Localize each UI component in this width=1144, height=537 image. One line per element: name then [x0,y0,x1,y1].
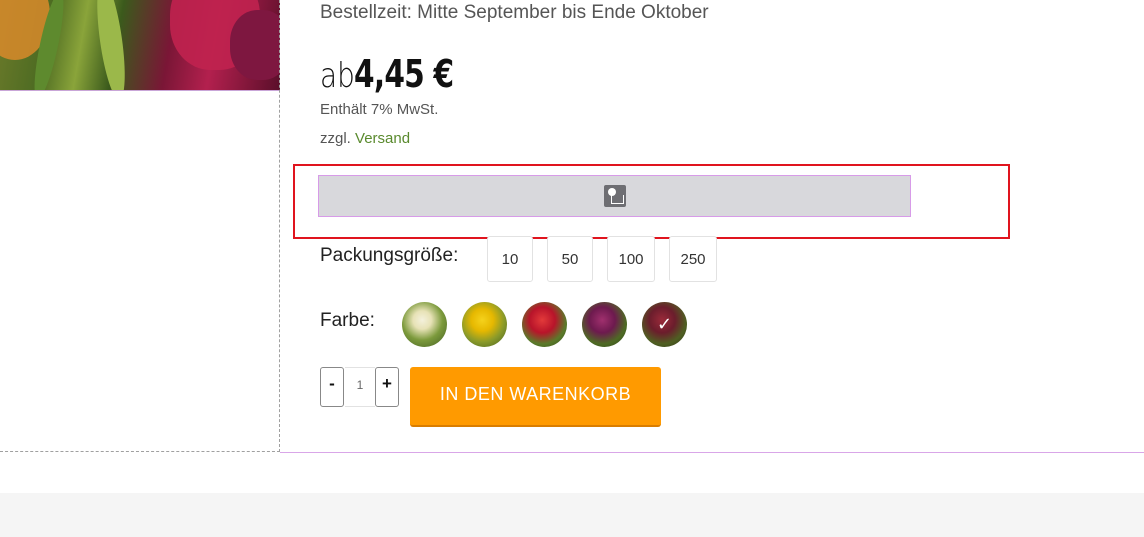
price-amount: 4,45 € [354,52,454,96]
add-to-cart-button[interactable]: IN DEN WARENKORB [410,367,661,427]
quantity-input[interactable]: 1 [345,367,375,407]
package-size-option-100[interactable]: 100 [607,236,655,282]
package-size-option-250[interactable]: 250 [669,236,717,282]
price-prefix: ab [320,56,355,96]
section-divider [280,452,1144,453]
product-image[interactable] [0,0,280,91]
package-size-option-50[interactable]: 50 [547,236,593,282]
selected-check-icon: ✓ [656,314,673,334]
color-label: Farbe: [320,310,375,331]
product-page: Bestellzeit: Mitte September bis Ende Ok… [0,0,1144,537]
order-time-text: Bestellzeit: Mitte September bis Ende Ok… [320,2,709,23]
quantity-decrease-button[interactable]: - [320,367,344,407]
shipping-note: zzgl. Versand [320,130,410,147]
package-size-option-10[interactable]: 10 [487,236,533,282]
price: ab 4,45 € [320,52,482,96]
shipping-link[interactable]: Versand [355,130,410,147]
package-size-label: Packungsgröße: [320,245,459,266]
color-swatch-white[interactable] [402,302,447,347]
image-placeholder-icon [603,185,626,207]
color-swatch-yellow[interactable] [462,302,507,347]
color-swatch-mixed[interactable]: ✓ [642,302,687,347]
quantity-increase-button[interactable]: + [375,367,399,407]
color-swatch-purple[interactable] [582,302,627,347]
footer-band [0,493,1144,537]
vat-note: Enthält 7% MwSt. [320,101,439,118]
color-swatch-red[interactable] [522,302,567,347]
image-column-border [279,0,280,452]
shipping-prefix: zzgl. [320,130,351,147]
image-column-bottom-border [0,451,280,452]
variant-image-placeholder [318,175,911,217]
